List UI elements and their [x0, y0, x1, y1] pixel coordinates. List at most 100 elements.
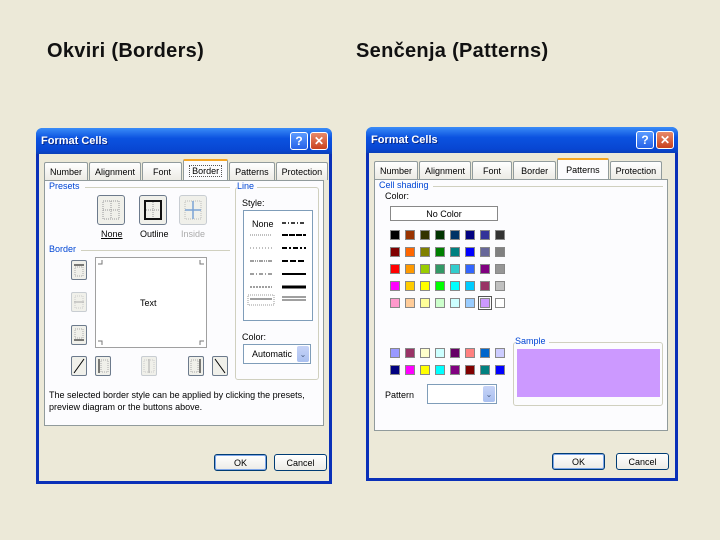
color-swatch[interactable]	[420, 247, 430, 257]
color-swatch[interactable]	[435, 264, 445, 274]
tab-protection[interactable]: Protection	[609, 161, 663, 179]
color-swatch[interactable]	[390, 281, 400, 291]
border-diagonal-up-button[interactable]	[71, 356, 87, 376]
color-swatch[interactable]	[420, 230, 430, 240]
border-bottom-button[interactable]	[71, 325, 87, 345]
color-swatch[interactable]	[405, 348, 415, 358]
color-swatch[interactable]	[420, 264, 430, 274]
color-swatch[interactable]	[450, 230, 460, 240]
color-swatch[interactable]	[465, 281, 475, 291]
ok-button[interactable]: OK	[552, 453, 605, 470]
patterns-heading: Senčenja (Patterns)	[356, 40, 549, 62]
color-swatch[interactable]	[495, 230, 505, 240]
help-button[interactable]: ?	[636, 131, 654, 149]
preset-inside-button[interactable]	[179, 195, 207, 225]
color-swatch[interactable]	[450, 365, 460, 375]
tab-patterns[interactable]: Patterns	[557, 158, 609, 179]
tab-protection[interactable]: Protection	[275, 162, 329, 180]
border-top-button[interactable]	[71, 260, 87, 280]
color-swatch[interactable]	[405, 298, 415, 308]
tab-alignment[interactable]: Alignment	[419, 161, 472, 179]
color-swatch[interactable]	[480, 281, 490, 291]
color-swatch[interactable]	[465, 348, 475, 358]
color-swatch[interactable]	[450, 264, 460, 274]
color-swatch[interactable]	[420, 281, 430, 291]
preset-outline-button[interactable]	[139, 195, 167, 225]
color-swatch[interactable]	[480, 247, 490, 257]
tab-alignment[interactable]: Alignment	[89, 162, 142, 180]
line-color-select[interactable]: Automatic ⌄	[243, 344, 311, 364]
tab-patterns[interactable]: Patterns	[229, 162, 275, 180]
color-swatch[interactable]	[435, 230, 445, 240]
no-color-button[interactable]: No Color	[390, 206, 498, 221]
preset-outline-label: Outline	[140, 229, 169, 239]
color-swatch[interactable]	[405, 264, 415, 274]
color-swatch[interactable]	[420, 365, 430, 375]
preset-none-label: None	[101, 229, 123, 239]
color-swatch[interactable]	[480, 365, 490, 375]
tab-border[interactable]: Border	[183, 159, 229, 180]
color-swatch[interactable]	[465, 247, 475, 257]
color-swatch[interactable]	[420, 348, 430, 358]
color-swatch[interactable]	[390, 298, 400, 308]
color-swatch[interactable]	[450, 298, 460, 308]
color-swatch[interactable]	[478, 296, 492, 310]
color-swatch[interactable]	[450, 281, 460, 291]
color-swatch[interactable]	[435, 348, 445, 358]
border-preview[interactable]: Text	[95, 257, 207, 348]
color-swatch[interactable]	[405, 365, 415, 375]
color-swatch[interactable]	[465, 264, 475, 274]
border-right-button[interactable]	[188, 356, 204, 376]
color-swatch[interactable]	[480, 230, 490, 240]
tab-font[interactable]: Font	[472, 161, 513, 179]
cancel-button[interactable]: Cancel	[616, 453, 669, 470]
color-swatch[interactable]	[405, 281, 415, 291]
help-button[interactable]: ?	[290, 132, 308, 150]
border-tab-panel: Presets None Outline Inside Border Text …	[44, 180, 324, 426]
tab-strip: Number Alignment Font Border Patterns Pr…	[374, 158, 663, 179]
border-diagonal-down-button[interactable]	[212, 356, 228, 376]
color-swatch[interactable]	[390, 365, 400, 375]
tab-number[interactable]: Number	[374, 161, 419, 179]
preset-none-button[interactable]	[97, 195, 125, 225]
color-swatch[interactable]	[435, 247, 445, 257]
color-swatch[interactable]	[450, 247, 460, 257]
border-left-button[interactable]	[95, 356, 111, 376]
color-swatch[interactable]	[405, 230, 415, 240]
help-icon: ?	[641, 133, 649, 147]
preset-none-icon	[102, 200, 120, 220]
color-swatch[interactable]	[480, 264, 490, 274]
tab-font[interactable]: Font	[142, 162, 183, 180]
border-inside-horizontal-button[interactable]	[71, 292, 87, 312]
color-swatch[interactable]	[435, 365, 445, 375]
pattern-select[interactable]: ⌄	[427, 384, 497, 404]
color-swatch[interactable]	[450, 348, 460, 358]
color-swatch[interactable]	[465, 230, 475, 240]
border-inside-vertical-button[interactable]	[141, 356, 157, 376]
tab-border[interactable]: Border	[513, 161, 557, 179]
color-swatch[interactable]	[495, 348, 505, 358]
color-swatch[interactable]	[495, 264, 505, 274]
ok-button[interactable]: OK	[214, 454, 267, 471]
close-button[interactable]: ✕	[310, 132, 328, 150]
color-swatch[interactable]	[435, 281, 445, 291]
close-button[interactable]: ✕	[656, 131, 674, 149]
line-style-list[interactable]: None	[243, 210, 313, 321]
tab-number[interactable]: Number	[44, 162, 89, 180]
color-swatch[interactable]	[465, 298, 475, 308]
color-swatch[interactable]	[420, 298, 430, 308]
color-swatch[interactable]	[495, 365, 505, 375]
color-swatch[interactable]	[465, 365, 475, 375]
sample-preview	[517, 349, 660, 397]
color-swatch[interactable]	[390, 247, 400, 257]
cancel-button[interactable]: Cancel	[274, 454, 327, 471]
color-swatch[interactable]	[480, 348, 490, 358]
color-swatch[interactable]	[495, 298, 505, 308]
color-swatch[interactable]	[495, 247, 505, 257]
color-swatch[interactable]	[435, 298, 445, 308]
color-swatch[interactable]	[405, 247, 415, 257]
color-swatch[interactable]	[390, 230, 400, 240]
color-swatch[interactable]	[390, 264, 400, 274]
color-swatch[interactable]	[495, 281, 505, 291]
color-swatch[interactable]	[390, 348, 400, 358]
